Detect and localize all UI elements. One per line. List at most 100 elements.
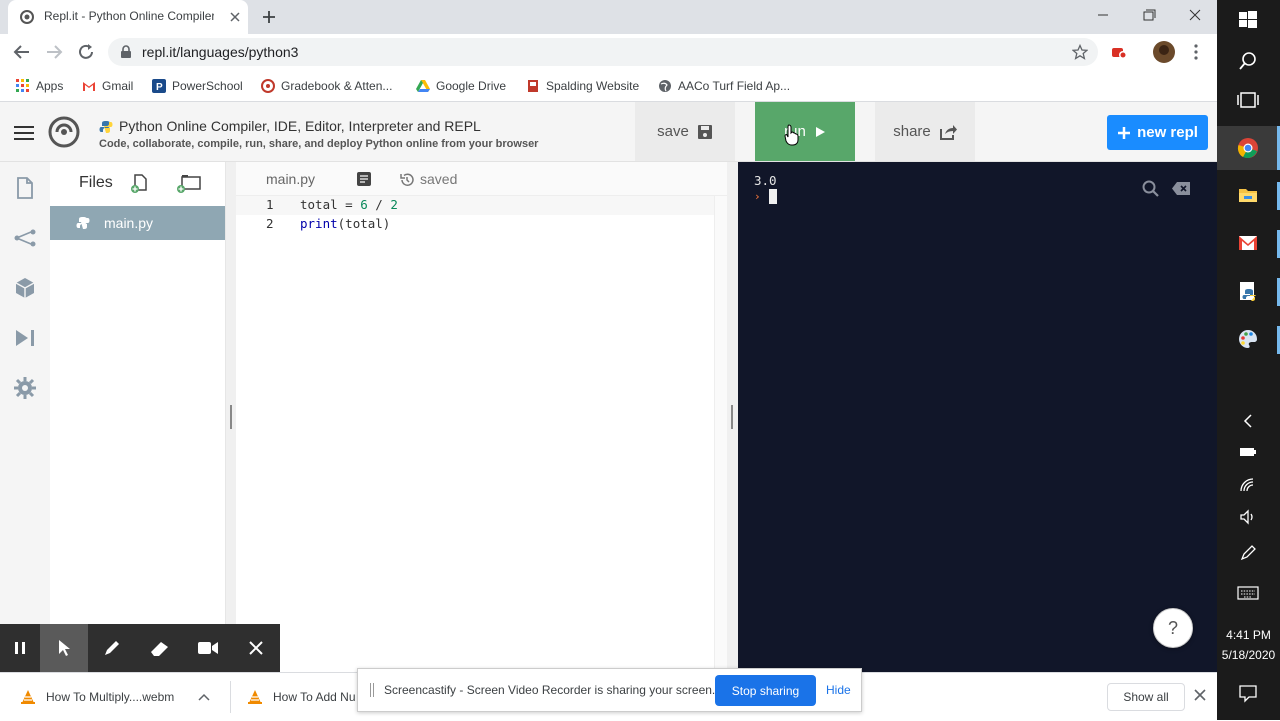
drag-handle-icon[interactable] xyxy=(370,683,374,697)
files-panel: Files main.py xyxy=(50,162,226,672)
share-button[interactable]: share xyxy=(875,102,975,161)
paint-palette-icon[interactable] xyxy=(1237,328,1259,350)
chevron-up-icon[interactable] xyxy=(198,693,210,701)
screen-sharing-banner: Screencastify - Screen Video Recorder is… xyxy=(357,668,862,712)
resize-grip[interactable] xyxy=(731,405,733,429)
show-hidden-icons-chevron-icon[interactable] xyxy=(1237,410,1259,432)
new-tab-plus-icon[interactable] xyxy=(258,7,280,27)
clock-date[interactable]: 5/18/2020 xyxy=(1217,648,1280,662)
bookmark-gmail[interactable]: Gmail xyxy=(82,77,133,95)
files-icon[interactable] xyxy=(13,176,37,200)
add-folder-icon[interactable] xyxy=(176,174,202,194)
windows-start-icon[interactable] xyxy=(1237,9,1259,31)
editor-scrollbar[interactable] xyxy=(714,196,727,672)
code-token: print xyxy=(300,216,338,231)
gradebook-icon xyxy=(261,79,275,93)
close-toolbar-button[interactable] xyxy=(232,624,280,672)
run-button[interactable]: run xyxy=(755,102,855,161)
settings-gear-icon[interactable] xyxy=(13,376,37,400)
packages-cube-icon[interactable] xyxy=(13,276,37,300)
console-search-icon[interactable] xyxy=(1142,180,1160,198)
eraser-tool-button[interactable] xyxy=(136,624,184,672)
console-clear-icon[interactable] xyxy=(1172,182,1190,195)
back-arrow-icon[interactable] xyxy=(10,40,34,64)
help-button[interactable]: ? xyxy=(1153,608,1193,648)
apps-grid-icon xyxy=(16,79,29,92)
resize-grip[interactable] xyxy=(230,405,232,429)
webcam-toggle-button[interactable] xyxy=(184,624,232,672)
touch-keyboard-icon[interactable] xyxy=(1237,582,1259,604)
hide-banner-link[interactable]: Hide xyxy=(826,683,851,697)
battery-icon[interactable] xyxy=(1237,441,1259,463)
debugger-step-icon[interactable] xyxy=(13,326,37,350)
profile-avatar-icon[interactable] xyxy=(1152,40,1176,64)
bookmark-gradebook[interactable]: Gradebook & Atten... xyxy=(261,77,392,95)
download-item[interactable]: How To Multiply....webm xyxy=(20,673,210,721)
chrome-menu-icon[interactable] xyxy=(1186,42,1206,62)
window-close-icon[interactable] xyxy=(1182,4,1208,26)
repl-header: Python Online Compiler, IDE, Editor, Int… xyxy=(0,102,1217,162)
extension-icon[interactable] xyxy=(1110,44,1128,60)
save-button[interactable]: save xyxy=(635,102,735,161)
page-subtitle: Code, collaborate, compile, run, share, … xyxy=(99,138,539,150)
wifi-icon[interactable] xyxy=(1237,475,1259,497)
history-icon[interactable] xyxy=(399,172,415,188)
pen-tool-button[interactable] xyxy=(88,624,136,672)
share-arrow-icon xyxy=(939,124,957,140)
pause-recording-button[interactable] xyxy=(0,624,44,672)
chrome-icon[interactable] xyxy=(1237,137,1259,159)
pen-workspace-icon[interactable] xyxy=(1237,542,1259,564)
editor-tab-main-py[interactable]: main.py xyxy=(266,171,315,187)
bookmark-label: AACo Turf Field Ap... xyxy=(678,79,791,93)
stop-sharing-button[interactable]: Stop sharing xyxy=(715,675,816,706)
python-app-icon[interactable] xyxy=(1237,280,1259,302)
add-file-icon[interactable] xyxy=(130,174,148,194)
line-number: 2 xyxy=(266,216,274,231)
file-document-icon[interactable] xyxy=(356,171,372,187)
version-control-icon[interactable] xyxy=(13,226,37,250)
bookmark-spalding[interactable]: Spalding Website xyxy=(526,77,639,95)
code-line[interactable]: 2 print(total) xyxy=(236,215,714,234)
tab-close-icon[interactable] xyxy=(226,8,244,26)
task-view-icon[interactable] xyxy=(1237,89,1259,111)
bookmark-apps[interactable]: Apps xyxy=(16,77,63,95)
download-filename: How To Multiply....webm xyxy=(46,690,175,704)
files-header: Files xyxy=(79,174,113,191)
code-area[interactable]: 1 total = 6 / 2 2 print(total) xyxy=(236,196,714,672)
console-panel[interactable]: 3.0 › ? xyxy=(738,162,1217,672)
bookmark-google-drive[interactable]: Google Drive xyxy=(416,77,506,95)
hamburger-menu-icon[interactable] xyxy=(12,124,36,142)
search-icon[interactable] xyxy=(1237,50,1259,72)
file-explorer-icon[interactable] xyxy=(1237,184,1259,206)
bookmark-powerschool[interactable]: P PowerSchool xyxy=(152,77,243,95)
code-line[interactable]: 1 total = 6 / 2 xyxy=(236,196,714,215)
lock-icon[interactable] xyxy=(120,45,132,59)
console-cursor xyxy=(769,189,777,204)
cursor-tool-button[interactable] xyxy=(40,624,88,672)
volume-icon[interactable] xyxy=(1237,506,1259,528)
console-prompt: › xyxy=(754,190,761,203)
spalding-icon xyxy=(528,80,538,92)
download-item[interactable]: How To Add Nu xyxy=(247,673,356,721)
gmail-app-icon[interactable] xyxy=(1237,232,1259,254)
show-all-downloads-button[interactable]: Show all xyxy=(1107,683,1185,711)
address-bar[interactable]: repl.it/languages/python3 xyxy=(108,38,1098,66)
clock-time[interactable]: 4:41 PM xyxy=(1217,628,1280,642)
action-center-notification-icon[interactable] xyxy=(1237,682,1259,704)
code-text: total = 6 / 2 xyxy=(300,197,398,212)
window-minimize-icon[interactable] xyxy=(1090,4,1116,26)
bookmark-aaco[interactable]: AACo Turf Field Ap... xyxy=(658,77,790,95)
new-repl-button[interactable]: new repl xyxy=(1107,115,1208,150)
replit-logo-icon[interactable] xyxy=(48,116,80,148)
file-item-main-py[interactable]: main.py xyxy=(50,206,225,240)
browser-tab[interactable]: Repl.it - Python Online Compiler xyxy=(8,0,248,34)
close-downloads-icon[interactable] xyxy=(1192,687,1208,703)
play-icon xyxy=(815,126,825,137)
video-camera-icon xyxy=(198,642,218,654)
window-restore-icon[interactable] xyxy=(1136,4,1162,26)
gmail-icon xyxy=(83,82,95,91)
code-token: / xyxy=(367,197,391,212)
forward-arrow-icon[interactable] xyxy=(42,40,66,64)
reload-icon[interactable] xyxy=(74,40,98,64)
bookmark-star-icon[interactable] xyxy=(1072,44,1088,60)
